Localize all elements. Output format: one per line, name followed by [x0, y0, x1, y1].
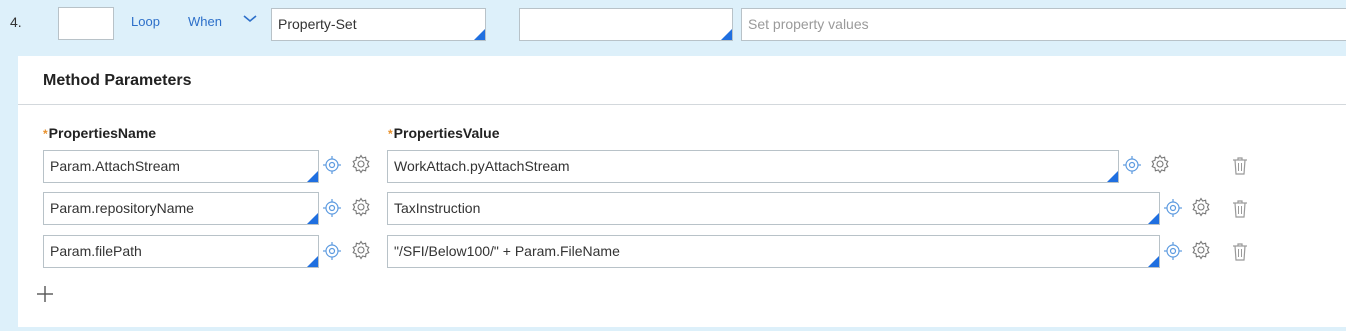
property-name-field[interactable]: Param.AttachStream — [43, 150, 319, 183]
properties-name-header-label: PropertiesName — [48, 125, 157, 141]
step-label-input[interactable] — [58, 7, 114, 40]
when-link[interactable]: When — [188, 14, 222, 29]
properties-value-header: *PropertiesValue — [388, 125, 500, 141]
target-icon[interactable] — [1121, 154, 1143, 176]
method-field[interactable]: Property-Set — [271, 8, 486, 41]
property-value-field[interactable]: TaxInstruction — [387, 192, 1160, 225]
step-row: 4. Loop When Property-Set Set property v… — [0, 0, 1346, 46]
step-description-placeholder: Set property values — [748, 16, 869, 32]
gear-icon[interactable] — [1190, 239, 1212, 261]
step-page-field[interactable] — [519, 8, 733, 41]
required-marker: * — [388, 127, 393, 141]
target-icon[interactable] — [321, 197, 343, 219]
property-value-field[interactable]: "/SFI/Below100/" + Param.FileName — [387, 235, 1160, 268]
panel-divider — [18, 104, 1346, 105]
plus-icon[interactable] — [36, 285, 54, 303]
trash-icon[interactable] — [1229, 155, 1251, 177]
chevron-down-icon[interactable] — [242, 12, 258, 26]
step-number: 4. — [10, 14, 22, 30]
method-parameters-panel: Method Parameters *PropertiesName *Prope… — [18, 56, 1346, 327]
properties-value-header-label: PropertiesValue — [393, 125, 500, 141]
gear-icon[interactable] — [350, 239, 372, 261]
target-icon[interactable] — [321, 154, 343, 176]
loop-link[interactable]: Loop — [131, 14, 160, 29]
target-icon[interactable] — [1162, 240, 1184, 262]
properties-name-header: *PropertiesName — [43, 125, 156, 141]
gear-icon[interactable] — [1190, 196, 1212, 218]
panel-title: Method Parameters — [43, 72, 192, 89]
gear-icon[interactable] — [1149, 153, 1171, 175]
target-icon[interactable] — [1162, 197, 1184, 219]
property-name-field[interactable]: Param.repositoryName — [43, 192, 319, 225]
gear-icon[interactable] — [350, 196, 372, 218]
step-description-field[interactable]: Set property values — [741, 8, 1346, 41]
required-marker: * — [43, 127, 48, 141]
trash-icon[interactable] — [1229, 241, 1251, 263]
target-icon[interactable] — [321, 240, 343, 262]
gear-icon[interactable] — [350, 153, 372, 175]
property-value-field[interactable]: WorkAttach.pyAttachStream — [387, 150, 1119, 183]
trash-icon[interactable] — [1229, 198, 1251, 220]
property-name-field[interactable]: Param.filePath — [43, 235, 319, 268]
